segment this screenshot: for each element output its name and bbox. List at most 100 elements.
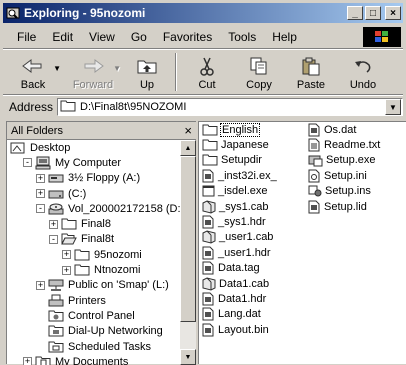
file-item[interactable]: Lang.dat bbox=[202, 307, 277, 322]
address-dropdown-icon[interactable]: ▼ bbox=[385, 99, 401, 115]
up-label: Up bbox=[139, 79, 155, 91]
tree-item[interactable]: + (C:) bbox=[7, 186, 180, 201]
collapse-icon[interactable]: - bbox=[49, 234, 58, 244]
forward-arrow-icon bbox=[81, 55, 105, 77]
file-icon bbox=[202, 323, 215, 337]
file-item[interactable]: Data1.cab bbox=[202, 276, 277, 291]
close-button[interactable]: × bbox=[385, 6, 401, 20]
file-item[interactable]: Setup.ini bbox=[308, 168, 380, 183]
folder-icon bbox=[74, 248, 90, 262]
up-button[interactable]: Up bbox=[123, 50, 171, 94]
file-icon bbox=[308, 123, 321, 137]
file-item-name: _sys1.hdr bbox=[218, 216, 266, 229]
file-item[interactable]: Layout.bin bbox=[202, 322, 277, 337]
tree-item[interactable]: Desktop bbox=[7, 140, 180, 155]
menu-help[interactable]: Help bbox=[264, 30, 305, 44]
title-bar[interactable]: Exploring - 95nozomi _ □ × bbox=[3, 3, 403, 23]
tree-item[interactable]: + Final8 bbox=[7, 216, 180, 231]
tree-item[interactable]: - Final8t bbox=[7, 232, 180, 247]
file-item-name: _user1.hdr bbox=[218, 246, 271, 259]
file-item[interactable]: _user1.cab bbox=[202, 230, 277, 245]
folder-icon bbox=[60, 99, 76, 115]
tree-item[interactable]: Control Panel bbox=[7, 308, 180, 323]
tree-item[interactable]: Scheduled Tasks bbox=[7, 339, 180, 354]
forward-button[interactable]: Forward ▼ bbox=[63, 50, 123, 94]
file-item[interactable]: Setup.lid bbox=[308, 199, 380, 214]
cab-icon bbox=[202, 277, 216, 291]
expand-icon[interactable]: + bbox=[36, 173, 45, 183]
file-item-name: Os.dat bbox=[324, 123, 357, 136]
expand-icon[interactable]: + bbox=[36, 189, 45, 199]
file-item[interactable]: Setup.exe bbox=[308, 153, 380, 168]
tree-item[interactable]: - My Computer bbox=[7, 155, 180, 170]
cut-button[interactable]: Cut bbox=[181, 50, 233, 94]
file-item[interactable]: _inst32i.ex_ bbox=[202, 168, 277, 183]
file-item[interactable]: Data1.hdr bbox=[202, 291, 277, 306]
tree-item[interactable]: Dial-Up Networking bbox=[7, 324, 180, 339]
menu-edit[interactable]: Edit bbox=[44, 30, 81, 44]
tree-item[interactable]: +3½ Floppy (A:) bbox=[7, 171, 180, 186]
file-item-name: _isdel.exe bbox=[218, 185, 268, 198]
file-item[interactable]: English bbox=[202, 122, 277, 137]
scroll-up-icon[interactable]: ▲ bbox=[180, 140, 196, 156]
file-item[interactable]: Data.tag bbox=[202, 261, 277, 276]
back-dropdown-icon[interactable]: ▼ bbox=[53, 64, 61, 73]
menu-tools[interactable]: Tools bbox=[220, 30, 264, 44]
tree-item[interactable]: + Public on 'Smap' (L:) bbox=[7, 278, 180, 293]
copy-button[interactable]: Copy bbox=[233, 50, 285, 94]
standard-toolbar: Back ▼ Forward ▼ Up Cut Copy Paste Undo bbox=[3, 50, 403, 95]
file-item[interactable]: _sys1.cab bbox=[202, 199, 277, 214]
collapse-icon[interactable]: - bbox=[36, 204, 45, 214]
back-button[interactable]: Back ▼ bbox=[3, 50, 63, 94]
folders-pane-title: All Folders bbox=[11, 124, 63, 137]
tree-item[interactable]: Printers bbox=[7, 293, 180, 308]
file-item[interactable]: Setupdir bbox=[202, 153, 277, 168]
undo-label: Undo bbox=[349, 79, 377, 91]
file-item-name: Setup.exe bbox=[326, 154, 376, 167]
tasks-icon bbox=[48, 340, 64, 354]
tree-item[interactable]: + Ntnozomi bbox=[7, 262, 180, 277]
file-item[interactable]: _sys1.hdr bbox=[202, 214, 277, 229]
file-item-name: Japanese bbox=[221, 139, 269, 152]
cab-icon bbox=[202, 230, 216, 244]
file-item-name: Data.tag bbox=[218, 262, 260, 275]
file-item[interactable]: _user1.hdr bbox=[202, 245, 277, 260]
documents-icon bbox=[35, 355, 51, 365]
paste-button[interactable]: Paste bbox=[285, 50, 337, 94]
drive-icon bbox=[48, 187, 64, 201]
collapse-icon[interactable]: - bbox=[23, 158, 32, 168]
address-input[interactable]: D:\Final8t\95NOZOMI ▼ bbox=[57, 98, 403, 116]
folder-tree-scrollbar[interactable]: ▲ ▼ bbox=[180, 140, 196, 365]
file-list-pane: English Japanese Setupdir _inst32i.ex_ _isde… bbox=[198, 121, 406, 364]
expand-icon[interactable]: + bbox=[62, 265, 71, 275]
file-item[interactable]: Japanese bbox=[202, 137, 277, 152]
file-item[interactable]: _isdel.exe bbox=[202, 184, 277, 199]
address-value: D:\Final8t\95NOZOMI bbox=[80, 101, 187, 113]
minimize-button[interactable]: _ bbox=[347, 6, 363, 20]
menu-go[interactable]: Go bbox=[123, 30, 155, 44]
expand-icon[interactable]: + bbox=[36, 280, 45, 290]
file-column-1: English Japanese Setupdir _inst32i.ex_ _isde… bbox=[202, 122, 277, 337]
folder-open-icon bbox=[61, 232, 77, 246]
scroll-thumb[interactable] bbox=[180, 156, 196, 322]
expand-icon[interactable]: + bbox=[49, 219, 58, 229]
copy-label: Copy bbox=[246, 79, 272, 91]
file-item[interactable]: Readme.txt bbox=[308, 137, 380, 152]
file-item[interactable]: Setup.ins bbox=[308, 184, 380, 199]
tree-item[interactable]: - Vol_200002172158 (D:) bbox=[7, 201, 180, 216]
forward-dropdown-icon[interactable]: ▼ bbox=[113, 64, 121, 73]
close-pane-icon[interactable]: × bbox=[184, 123, 192, 138]
menu-file[interactable]: File bbox=[3, 30, 44, 44]
folder-icon bbox=[202, 138, 218, 152]
menu-view[interactable]: View bbox=[81, 30, 123, 44]
undo-icon bbox=[353, 55, 373, 77]
scroll-down-icon[interactable]: ▼ bbox=[180, 349, 196, 365]
menu-favorites[interactable]: Favorites bbox=[155, 30, 220, 44]
expand-icon[interactable]: + bbox=[62, 250, 71, 260]
tree-item[interactable]: +95nozomi bbox=[7, 247, 180, 262]
undo-button[interactable]: Undo bbox=[337, 50, 389, 94]
file-item[interactable]: Os.dat bbox=[308, 122, 380, 137]
tree-item[interactable]: + My Documents bbox=[7, 354, 180, 365]
maximize-button[interactable]: □ bbox=[365, 6, 381, 20]
network-drive-icon bbox=[48, 278, 64, 292]
